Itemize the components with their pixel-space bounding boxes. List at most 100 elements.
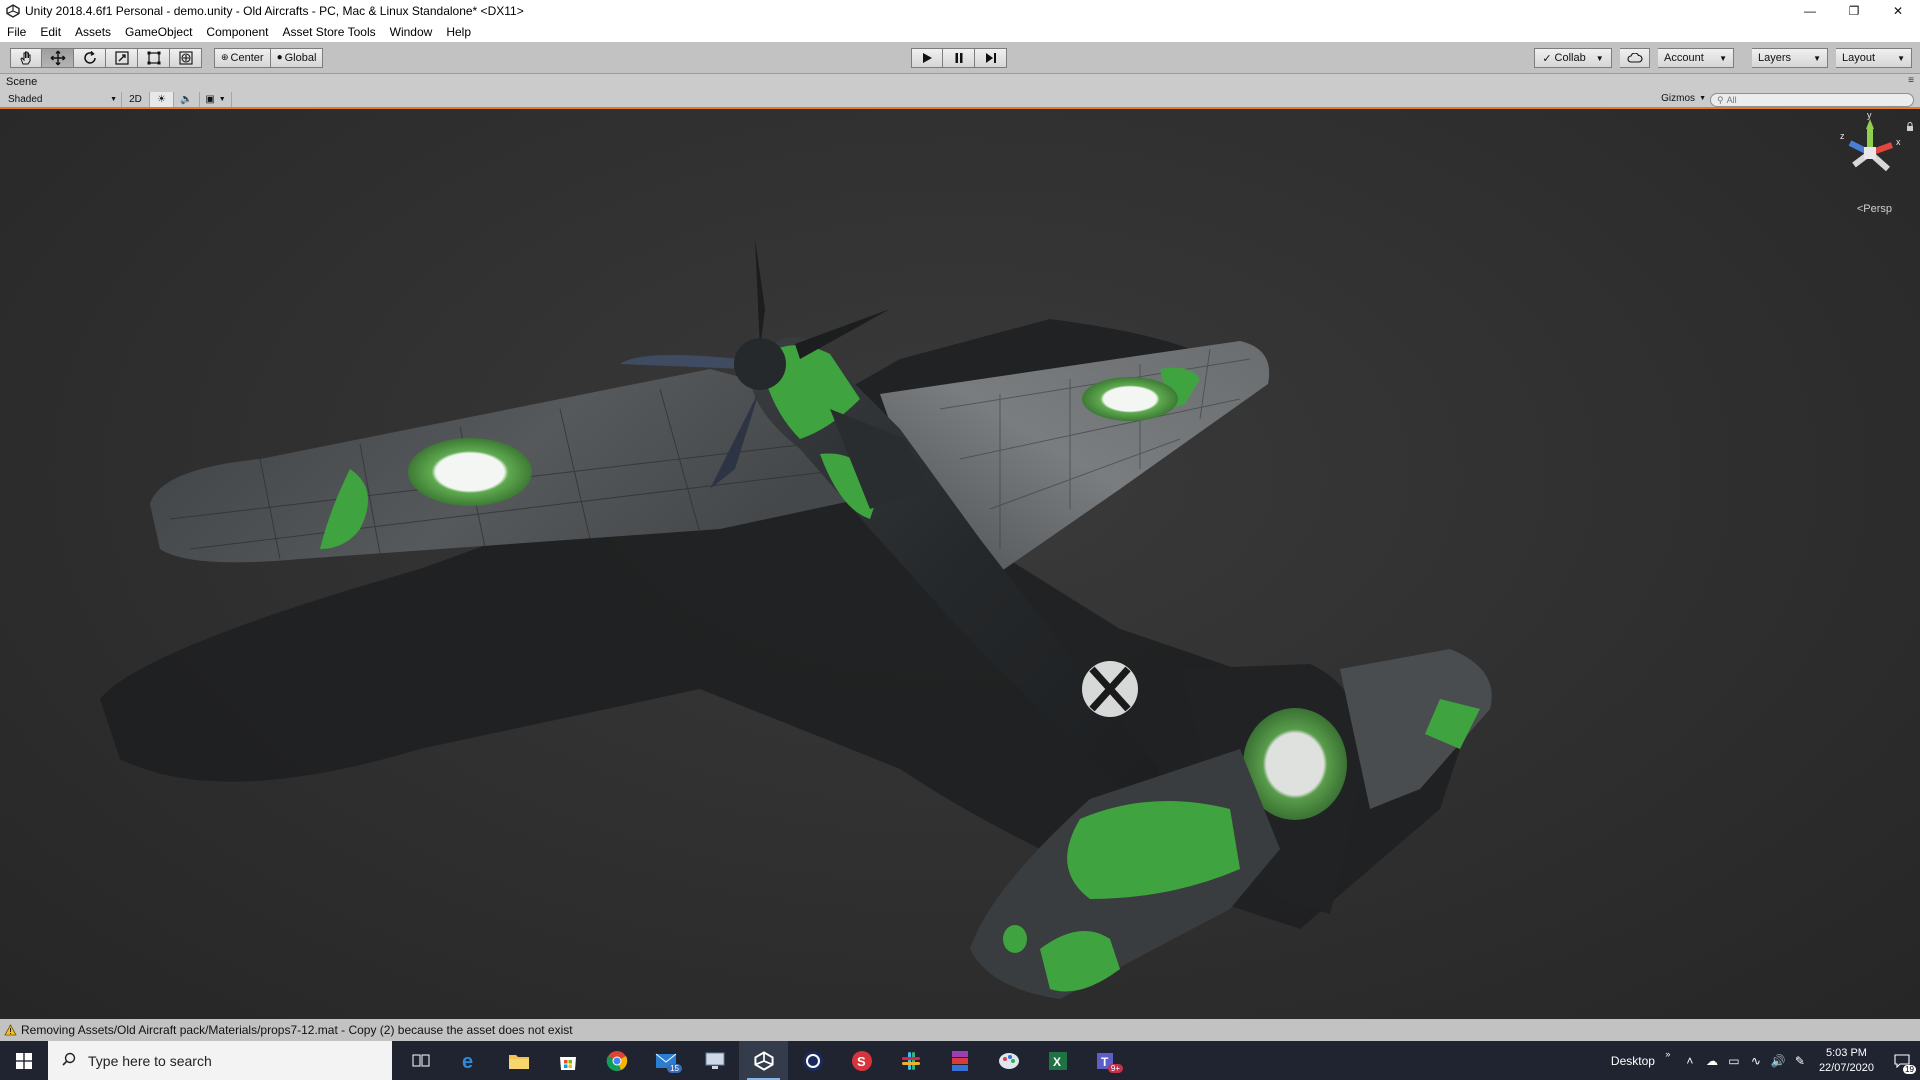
slack-icon[interactable] [886, 1041, 935, 1080]
teams-badge: 9+ [1107, 1064, 1123, 1073]
rect-tool-icon[interactable] [138, 47, 170, 68]
windows-taskbar: Type here to search e 15 S X T 9+ Desktop… [0, 1041, 1920, 1080]
toolbar-right: ✓ Collab ▼ Account ▼ Layers ▼ Layout ▼ [1534, 48, 1912, 68]
edge-icon[interactable]: e [445, 1041, 494, 1080]
unity-logo-icon [5, 3, 21, 19]
console-status-bar[interactable]: Removing Assets/Old Aircraft pack/Materi… [0, 1019, 1920, 1041]
mail-badge: 15 [667, 1064, 682, 1073]
excel-icon[interactable]: X [1033, 1041, 1082, 1080]
scene-viewport[interactable]: y x z <Persp [0, 109, 1920, 1019]
chrome-icon[interactable] [592, 1041, 641, 1080]
paint-icon[interactable] [984, 1041, 1033, 1080]
draw-mode-label: Shaded [8, 94, 43, 105]
unity-icon[interactable] [739, 1041, 788, 1080]
window-title: Unity 2018.4.6f1 Personal - demo.unity -… [25, 4, 524, 18]
menu-component[interactable]: Component [199, 22, 275, 42]
cloud-icon [1627, 53, 1643, 63]
chevron-down-icon: ▼ [110, 96, 117, 103]
collab-dropdown[interactable]: ✓ Collab ▼ [1534, 48, 1612, 68]
svg-text:X: X [1053, 1055, 1061, 1069]
mail-icon[interactable]: 15 [641, 1041, 690, 1080]
rotate-tool-icon[interactable] [74, 47, 106, 68]
2d-toggle[interactable]: 2D [122, 92, 150, 107]
notification-count: 19 [1903, 1065, 1916, 1074]
globe-icon: ● [276, 52, 283, 63]
tab-menu-icon[interactable]: ≡ [1908, 75, 1914, 86]
layers-label: Layers [1758, 52, 1792, 64]
restore-icon[interactable]: ❐ [1832, 0, 1876, 22]
desktop-toolbar-label[interactable]: Desktop [1611, 1054, 1655, 1068]
wifi-icon[interactable]: ∿ [1745, 1041, 1767, 1080]
volume-icon[interactable]: 🔊 [1767, 1041, 1789, 1080]
play-button[interactable] [911, 48, 943, 68]
close-icon[interactable]: ✕ [1876, 0, 1920, 22]
notification-center-button[interactable]: 19 [1884, 1041, 1920, 1080]
menu-file[interactable]: File [0, 22, 33, 42]
chevron-right-icon[interactable]: » [1657, 1034, 1679, 1073]
step-icon [985, 53, 996, 63]
hand-tool-icon[interactable] [10, 47, 42, 68]
clock-time: 5:03 PM [1825, 1046, 1867, 1059]
remote-desktop-icon[interactable] [690, 1041, 739, 1080]
menu-gameobject[interactable]: GameObject [118, 22, 199, 42]
search-icon: ⚲ [1717, 94, 1724, 105]
menu-edit[interactable]: Edit [33, 22, 68, 42]
main-toolbar: ⊕ Center ● Global ✓ Collab ▼ Account ▼ L… [0, 42, 1920, 74]
lighting-toggle[interactable]: ☀ [150, 92, 174, 107]
clock[interactable]: 5:03 PM 22/07/2020 [1819, 1046, 1874, 1076]
gizmos-label: Gizmos [1661, 93, 1696, 104]
orientation-gizmo[interactable]: y x z [1830, 110, 1910, 213]
pen-icon[interactable]: ✎ [1789, 1041, 1811, 1080]
menu-assets[interactable]: Assets [68, 22, 118, 42]
chevron-up-icon[interactable]: ˄ [1679, 1041, 1701, 1080]
clock-date: 22/07/2020 [1818, 1061, 1874, 1074]
pivot-global-button[interactable]: ● Global [270, 47, 324, 68]
scene-search-input[interactable]: ⚲ All [1710, 93, 1914, 107]
transform-tools [10, 47, 202, 68]
pivot-center-button[interactable]: ⊕ Center [214, 47, 271, 68]
start-button[interactable] [0, 1041, 48, 1080]
system-tray: Desktop » ˄ ☁ ▭ ∿ 🔊 ✎ 5:03 PM 22/07/2020… [1611, 1041, 1920, 1080]
axis-x-label: x [1896, 137, 1901, 147]
task-view-icon[interactable] [396, 1041, 445, 1080]
projection-toggle[interactable]: <Persp [1857, 203, 1892, 215]
store-icon[interactable] [543, 1041, 592, 1080]
file-explorer-icon[interactable] [494, 1041, 543, 1080]
gizmos-dropdown[interactable]: Gizmos ▼ [1661, 93, 1706, 104]
substance-icon[interactable]: S [837, 1041, 886, 1080]
scene-tab-bar: Scene ≡ [0, 74, 1920, 92]
move-tool-icon[interactable] [42, 47, 74, 68]
cinema4d-icon[interactable] [788, 1041, 837, 1080]
teams-icon[interactable]: T 9+ [1082, 1041, 1131, 1080]
battery-icon[interactable]: ▭ [1723, 1041, 1745, 1080]
menu-window[interactable]: Window [383, 22, 440, 42]
account-dropdown[interactable]: Account ▼ [1658, 48, 1734, 68]
menu-help[interactable]: Help [439, 22, 478, 42]
audio-toggle[interactable]: 🔈 [174, 92, 200, 107]
layers-dropdown[interactable]: Layers ▼ [1752, 48, 1828, 68]
onedrive-icon[interactable]: ☁ [1701, 1041, 1723, 1080]
step-button[interactable] [975, 48, 1007, 68]
aircraft-render [100, 239, 1492, 999]
search-icon [62, 1052, 76, 1069]
effects-dropdown[interactable]: ▣ ▼ [200, 92, 232, 107]
chevron-down-icon: ▼ [1595, 53, 1604, 63]
pause-button[interactable] [943, 48, 975, 68]
title-bar: Unity 2018.4.6f1 Personal - demo.unity -… [0, 0, 1920, 22]
play-icon [923, 53, 932, 63]
winrar-icon[interactable] [935, 1041, 984, 1080]
scale-tool-icon[interactable] [106, 47, 138, 68]
draw-mode-dropdown[interactable]: Shaded ▼ [0, 92, 122, 107]
axis-z-label: z [1840, 131, 1845, 141]
warning-icon [4, 1024, 17, 1036]
scene-tab[interactable]: Scene [6, 76, 37, 88]
minimize-icon[interactable]: — [1788, 0, 1832, 22]
speaker-icon: 🔈 [180, 94, 193, 105]
taskbar-search-input[interactable]: Type here to search [48, 1041, 392, 1080]
transform-tool-icon[interactable] [170, 47, 202, 68]
menu-asset-store-tools[interactable]: Asset Store Tools [275, 22, 382, 42]
layout-dropdown[interactable]: Layout ▼ [1836, 48, 1912, 68]
play-controls [911, 48, 1007, 68]
lock-icon[interactable] [1906, 119, 1914, 137]
cloud-button[interactable] [1620, 48, 1650, 68]
